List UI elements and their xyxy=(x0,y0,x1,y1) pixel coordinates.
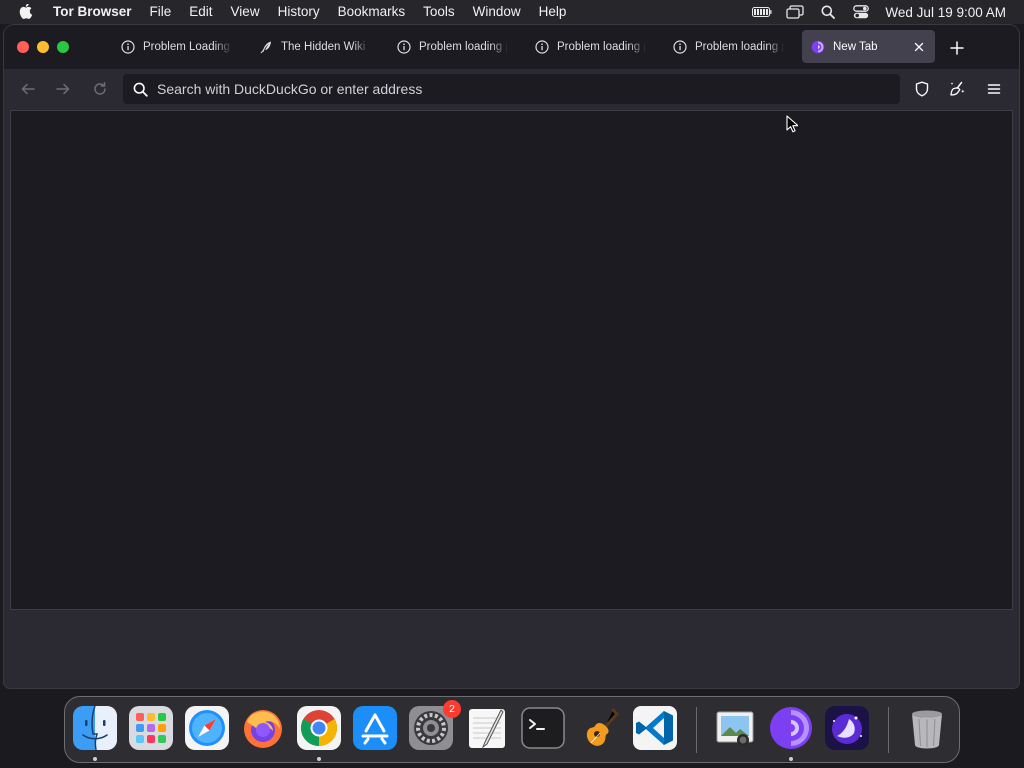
new-tab-button[interactable] xyxy=(947,38,967,58)
tor-alpha-icon xyxy=(825,706,869,750)
menu-view[interactable]: View xyxy=(222,0,269,24)
dock-firefox[interactable] xyxy=(241,706,285,750)
menu-tools[interactable]: Tools xyxy=(414,0,464,24)
menu-edit[interactable]: Edit xyxy=(180,0,221,24)
tab-label: Problem Loading Page xyxy=(143,40,232,53)
forward-button[interactable] xyxy=(51,77,75,101)
guitar-icon xyxy=(586,708,620,746)
trash-icon xyxy=(912,710,942,749)
safari-compass-icon xyxy=(185,706,229,750)
app-store-icon xyxy=(353,706,397,750)
preview-icon xyxy=(716,711,754,746)
dock-finder[interactable] xyxy=(73,706,117,750)
dock-terminal[interactable] xyxy=(521,706,565,750)
window-close-button[interactable] xyxy=(17,41,29,53)
feather-icon xyxy=(258,39,274,55)
tab-problem-loading-3[interactable]: Problem loading page xyxy=(526,30,654,63)
shield-icon xyxy=(915,81,929,97)
dock-app-store[interactable] xyxy=(353,706,397,750)
dock-launchpad[interactable] xyxy=(129,706,173,750)
dock-tor-browser-alpha[interactable] xyxy=(825,706,869,750)
screen-mirroring-icon[interactable] xyxy=(778,0,811,24)
tab-label: The Hidden Wiki xyxy=(281,40,366,53)
tab-label: New Tab xyxy=(833,40,878,53)
running-indicator xyxy=(789,757,793,761)
security-level-button[interactable] xyxy=(910,77,934,101)
apple-menu-icon[interactable] xyxy=(0,4,52,20)
running-indicator xyxy=(317,757,321,761)
dock-separator xyxy=(888,707,889,753)
new-identity-button[interactable] xyxy=(946,77,970,101)
tor-browser-window: Problem Loading Page The Hidden Wiki Pro… xyxy=(4,25,1019,688)
window-controls xyxy=(17,41,69,53)
back-arrow-icon xyxy=(21,83,35,95)
menu-app-name[interactable]: Tor Browser xyxy=(52,0,141,24)
url-bar[interactable] xyxy=(123,74,900,104)
tor-onion-icon xyxy=(770,707,812,749)
hamburger-menu-icon xyxy=(987,84,1001,94)
tab-problem-loading-2[interactable]: Problem loading page xyxy=(388,30,516,63)
tab-new-tab-active[interactable]: New Tab xyxy=(802,30,935,63)
tab-problem-loading-4[interactable]: Problem loading page xyxy=(664,30,792,63)
menu-window[interactable]: Window xyxy=(464,0,530,24)
firefox-icon xyxy=(244,710,282,748)
macos-dock: 2 xyxy=(64,696,960,763)
textedit-icon xyxy=(469,709,505,749)
dock-textedit[interactable] xyxy=(465,706,509,750)
reload-button[interactable] xyxy=(88,77,112,101)
dock-chrome[interactable] xyxy=(297,706,341,750)
menu-bookmarks[interactable]: Bookmarks xyxy=(329,0,415,24)
dock-system-settings[interactable]: 2 xyxy=(409,700,461,750)
menu-help[interactable]: Help xyxy=(530,0,576,24)
notification-badge: 2 xyxy=(443,700,461,718)
info-icon xyxy=(672,39,688,55)
launchpad-icon xyxy=(129,706,173,750)
dock-safari[interactable] xyxy=(185,706,229,750)
app-menu-button[interactable] xyxy=(982,77,1006,101)
broom-icon xyxy=(950,81,965,96)
menu-history[interactable]: History xyxy=(269,0,329,24)
navigation-toolbar xyxy=(4,69,1019,109)
dock-trash[interactable] xyxy=(905,706,949,750)
dock-vscode[interactable] xyxy=(633,706,677,750)
address-input[interactable] xyxy=(157,75,877,103)
window-zoom-button[interactable] xyxy=(57,41,69,53)
page-content-area[interactable] xyxy=(10,110,1013,610)
close-tab-icon[interactable] xyxy=(911,39,927,55)
tab-hidden-wiki[interactable]: The Hidden Wiki xyxy=(250,30,378,63)
tab-label: Problem loading page xyxy=(695,40,784,53)
dock-tor-browser[interactable] xyxy=(769,706,813,750)
battery-icon[interactable] xyxy=(745,0,778,24)
info-icon xyxy=(534,39,550,55)
window-minimize-button[interactable] xyxy=(37,41,49,53)
tor-onion-icon xyxy=(810,39,826,55)
menu-bar-clock[interactable]: Wed Jul 19 9:00 AM xyxy=(877,5,1024,20)
mouse-pointer-icon xyxy=(786,115,798,133)
tab-label: Problem loading page xyxy=(557,40,646,53)
terminal-icon xyxy=(521,707,565,749)
macos-menu-bar: Tor Browser File Edit View History Bookm… xyxy=(0,0,1024,24)
menu-file[interactable]: File xyxy=(141,0,181,24)
plus-icon xyxy=(950,41,964,55)
running-indicator xyxy=(93,757,97,761)
finder-icon xyxy=(73,706,117,750)
forward-arrow-icon xyxy=(56,83,70,95)
vscode-icon xyxy=(633,706,677,750)
reload-icon xyxy=(94,82,106,95)
spotlight-search-icon[interactable] xyxy=(811,0,844,24)
tab-label: Problem loading page xyxy=(419,40,508,53)
window-lower-area xyxy=(4,611,1019,688)
control-center-icon[interactable] xyxy=(844,0,877,24)
back-button[interactable] xyxy=(16,77,40,101)
dock-preview[interactable] xyxy=(713,706,757,750)
tab-problem-loading-1[interactable]: Problem Loading Page xyxy=(112,30,240,63)
dock-garageband[interactable] xyxy=(577,706,621,750)
dock-separator xyxy=(696,707,697,753)
info-icon xyxy=(120,39,136,55)
tab-strip: Problem Loading Page The Hidden Wiki Pro… xyxy=(4,25,1019,69)
info-icon xyxy=(396,39,412,55)
chrome-icon xyxy=(297,706,341,750)
search-icon xyxy=(123,82,157,97)
